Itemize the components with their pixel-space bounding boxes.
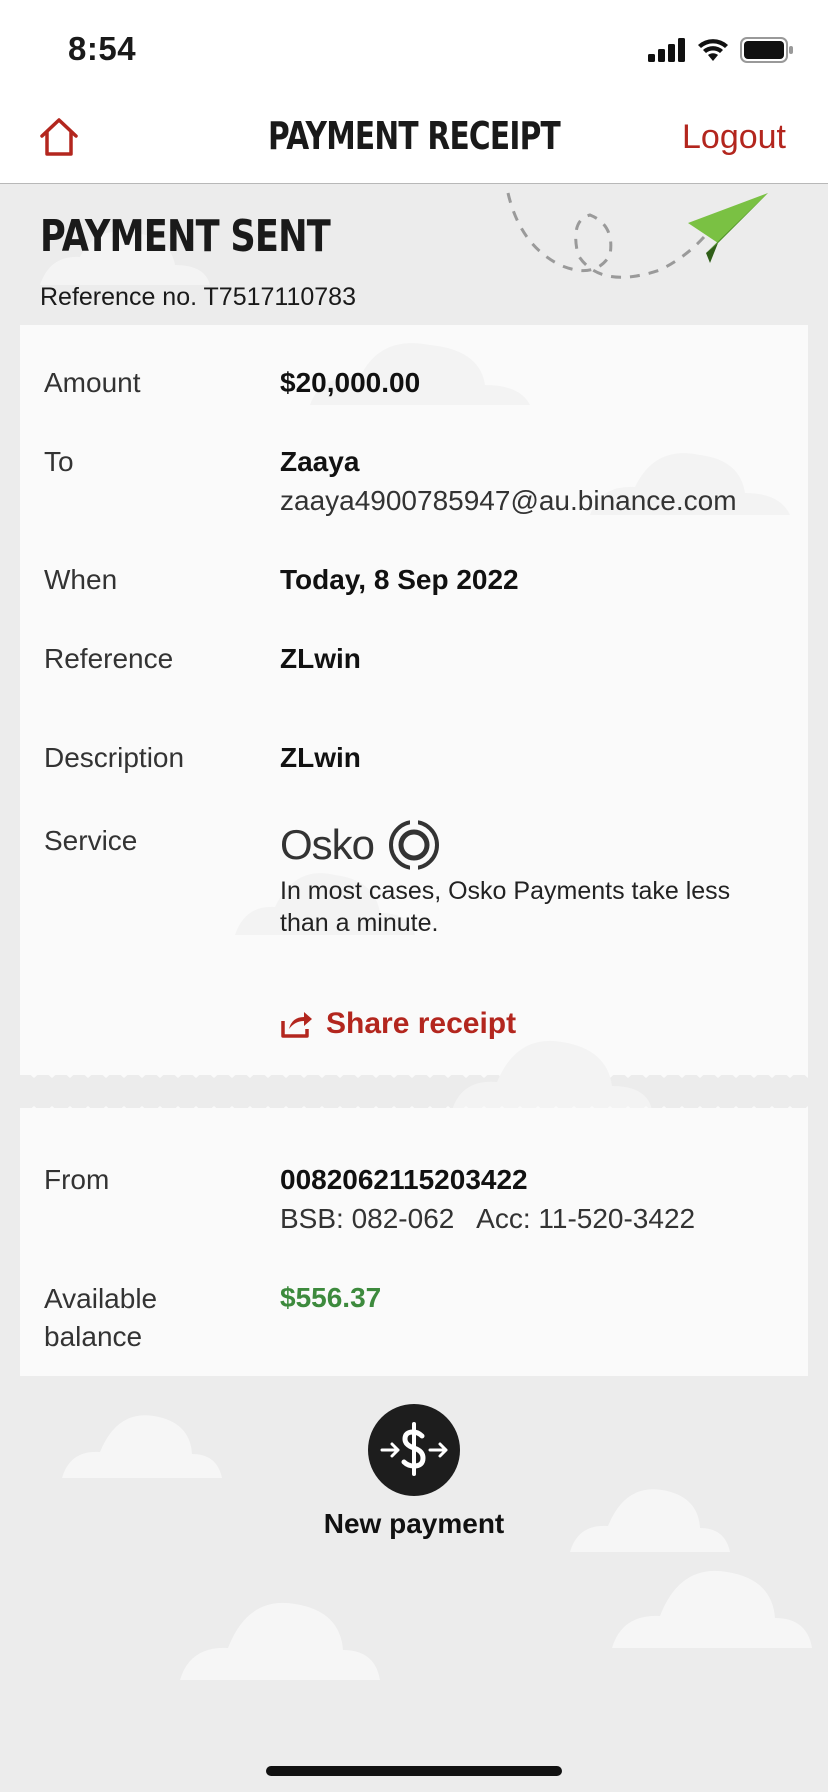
nav-bar: PAYMENT RECEIPT Logout bbox=[0, 96, 828, 184]
receipt-details-card: Amount $20,000.00 To Zaaya zaaya49007859… bbox=[20, 325, 808, 1075]
to-label: To bbox=[44, 446, 74, 477]
osko-icon bbox=[389, 819, 440, 871]
new-payment-label[interactable]: New payment bbox=[0, 1508, 828, 1540]
payment-sent-title: PAYMENT SENT bbox=[40, 211, 331, 262]
logout-button[interactable]: Logout bbox=[682, 118, 786, 157]
cloud-decoration bbox=[612, 1570, 812, 1648]
available-balance-value: $556.37 bbox=[280, 1282, 382, 1313]
battery-icon bbox=[740, 37, 793, 63]
status-time: 8:54 bbox=[68, 30, 137, 67]
recipient-email: zaaya4900785947@au.binance.com bbox=[280, 485, 737, 516]
receipt-torn-edge bbox=[20, 1068, 808, 1078]
dollar-transfer-icon bbox=[380, 1422, 448, 1476]
service-label: Service bbox=[44, 825, 138, 856]
osko-logo: Osko bbox=[280, 819, 440, 871]
recipient-name: Zaaya bbox=[280, 446, 360, 477]
when-value: Today, 8 Sep 2022 bbox=[280, 564, 519, 595]
home-button[interactable] bbox=[38, 116, 80, 158]
new-payment-button[interactable] bbox=[368, 1404, 460, 1496]
osko-note: In most cases, Osko Payments take less t… bbox=[280, 877, 731, 937]
account-card: From 0082062115203422 BSB: 082-062 Acc: … bbox=[20, 1108, 808, 1376]
wifi-icon bbox=[698, 39, 728, 61]
description-label: Description bbox=[44, 742, 185, 773]
reference-value: ZLwin bbox=[280, 643, 361, 674]
from-account-number: 0082062115203422 bbox=[280, 1164, 528, 1195]
new-payment-section: New payment bbox=[0, 1404, 828, 1540]
balance-label: Available balance bbox=[44, 1283, 158, 1352]
reference-label: Reference bbox=[44, 643, 174, 674]
from-label: From bbox=[44, 1164, 110, 1195]
signal-icon bbox=[648, 38, 685, 62]
payment-sent-header: PAYMENT SENT Reference no. T7517110783 bbox=[0, 185, 828, 325]
osko-wordmark: Osko bbox=[280, 821, 375, 868]
amount-label: Amount bbox=[44, 367, 141, 398]
paper-plane-icon bbox=[506, 192, 768, 279]
home-indicator bbox=[266, 1766, 562, 1776]
status-bar: 8:54 bbox=[0, 0, 828, 96]
home-icon bbox=[40, 118, 78, 156]
reference-number: Reference no. T7517110783 bbox=[40, 283, 356, 311]
cloud-decoration bbox=[180, 1602, 380, 1680]
when-label: When bbox=[44, 564, 118, 595]
page-title: PAYMENT RECEIPT bbox=[267, 114, 561, 158]
description-value: ZLwin bbox=[280, 742, 361, 773]
amount-value: $20,000.00 bbox=[280, 367, 421, 398]
from-bsb-acc: BSB: 082-062 Acc: 11-520-3422 bbox=[280, 1203, 696, 1234]
status-icons bbox=[648, 36, 794, 64]
share-icon bbox=[281, 1012, 312, 1038]
